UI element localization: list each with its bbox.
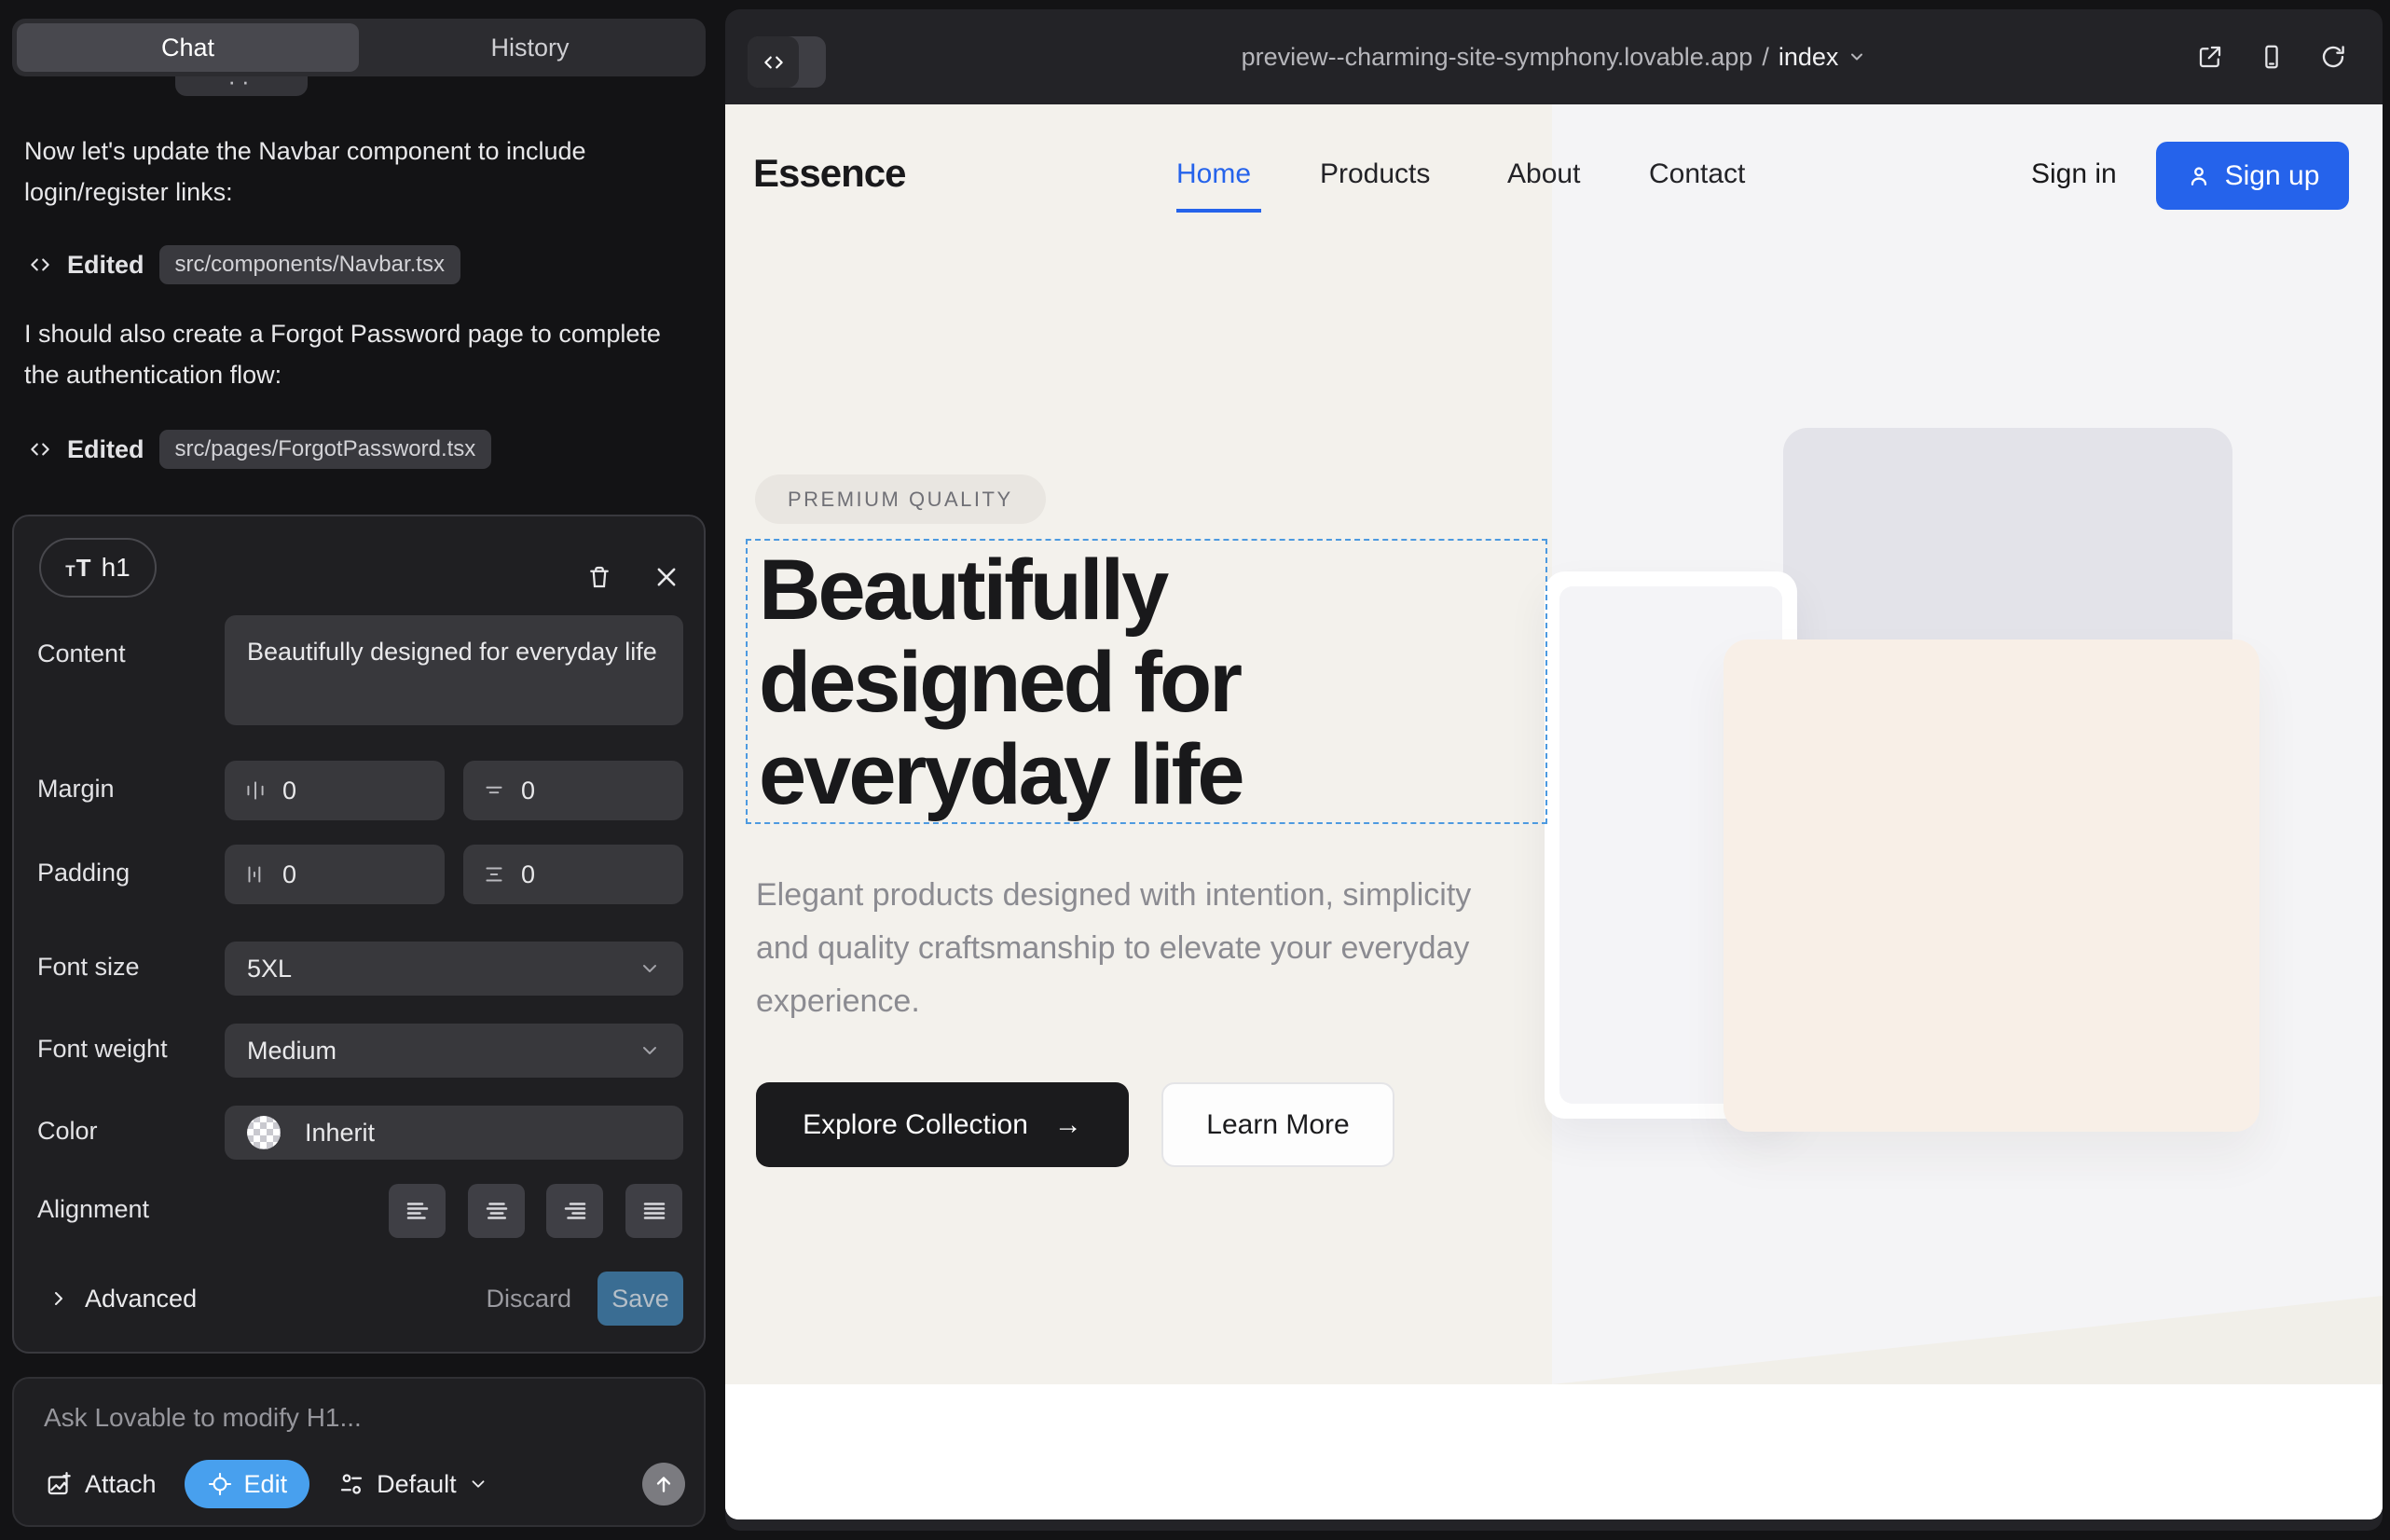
user-icon xyxy=(2186,163,2212,189)
content-label: Content xyxy=(37,639,126,668)
explore-collection-button[interactable]: Explore Collection → xyxy=(756,1082,1129,1167)
chat-history-tabbar: Chat History xyxy=(12,19,706,76)
chat-message: Now let's update the Navbar component to… xyxy=(24,131,682,213)
save-button[interactable]: Save xyxy=(598,1272,683,1326)
arrow-right-icon: → xyxy=(1054,1109,1082,1141)
edited-file-row: Edited src/pages/ForgotPassword.tsx xyxy=(28,429,491,470)
composer-input[interactable] xyxy=(44,1403,640,1433)
chevron-right-icon xyxy=(48,1287,70,1310)
premium-quality-badge: PREMIUM QUALITY xyxy=(755,474,1046,524)
code-icon xyxy=(28,253,52,277)
chat-message: I should also create a Forgot Password p… xyxy=(24,313,682,395)
chevron-down-icon xyxy=(1847,48,1866,66)
site-logo[interactable]: Essence xyxy=(753,151,905,196)
color-swatch-inherit xyxy=(247,1116,281,1149)
smartphone-icon xyxy=(2258,43,2286,71)
nav-link-products[interactable]: Products xyxy=(1320,158,1430,190)
font-weight-select[interactable]: Medium xyxy=(225,1024,683,1078)
font-size-select[interactable]: 5XL xyxy=(225,942,683,996)
padding-label: Padding xyxy=(37,859,130,887)
align-center-button[interactable] xyxy=(468,1184,525,1238)
file-chip[interactable]: src/components/Navbar.tsx xyxy=(159,245,460,284)
selected-element-chip: TT h1 xyxy=(39,538,157,598)
code-icon xyxy=(28,437,52,461)
nav-link-home[interactable]: Home xyxy=(1176,158,1251,190)
advanced-toggle[interactable]: Advanced xyxy=(48,1285,197,1313)
margin-vertical-icon xyxy=(482,778,506,803)
composer: Attach Edit Default xyxy=(12,1377,706,1527)
hero-heading[interactable]: Beautifully designed for everyday life xyxy=(759,544,1242,821)
discard-button[interactable]: Discard xyxy=(486,1285,571,1313)
font-size-label: Font size xyxy=(37,953,140,982)
padding-x-input[interactable]: 0 xyxy=(225,845,445,904)
file-chip[interactable]: src/pages/ForgotPassword.tsx xyxy=(159,430,492,469)
align-right-button[interactable] xyxy=(546,1184,603,1238)
tab-history[interactable]: History xyxy=(359,23,701,72)
active-nav-underline xyxy=(1176,209,1261,213)
decor-cream-rect xyxy=(1724,639,2260,1132)
lovable-app: Chat History ·· Now let's update the Nav… xyxy=(0,0,2390,1540)
nav-link-about[interactable]: About xyxy=(1507,158,1580,190)
edited-file-row: Edited src/components/Navbar.tsx xyxy=(28,244,460,285)
url-bar[interactable]: preview--charming-site-symphony.lovable.… xyxy=(725,9,2383,104)
mode-select[interactable]: Default xyxy=(337,1470,488,1499)
mobile-view-button[interactable] xyxy=(2258,43,2286,71)
target-icon xyxy=(207,1471,233,1497)
preview-page: Essence Home Products About Contact Sign… xyxy=(725,104,2383,1519)
element-editor-panel: TT h1 Content Beautifully designed for e… xyxy=(12,515,706,1354)
margin-horizontal-icon xyxy=(243,778,268,803)
page-white-section xyxy=(725,1384,2383,1519)
sign-in-link[interactable]: Sign in xyxy=(2031,158,2117,190)
chevron-down-icon xyxy=(639,957,661,980)
attach-button[interactable]: Attach xyxy=(46,1470,157,1499)
typography-icon: TT xyxy=(65,554,91,583)
chevron-down-icon xyxy=(639,1039,661,1062)
content-textarea[interactable]: Beautifully designed for everyday life xyxy=(225,615,683,725)
hero-diagonal-shape xyxy=(1552,1296,2383,1384)
align-left-button[interactable] xyxy=(389,1184,446,1238)
sliders-icon xyxy=(337,1470,365,1498)
learn-more-button[interactable]: Learn More xyxy=(1161,1082,1394,1167)
refresh-icon xyxy=(2319,43,2347,71)
alignment-label: Alignment xyxy=(37,1195,149,1224)
arrow-up-icon xyxy=(652,1472,676,1496)
preview-url: preview--charming-site-symphony.lovable.… xyxy=(1242,43,1753,72)
tab-chat[interactable]: Chat xyxy=(17,23,359,72)
refresh-button[interactable] xyxy=(2319,43,2347,71)
element-tag: h1 xyxy=(102,553,130,583)
close-panel-button[interactable] xyxy=(640,551,693,603)
sign-up-button[interactable]: Sign up xyxy=(2156,142,2349,210)
delete-element-button[interactable] xyxy=(573,551,625,603)
browser-topbar: preview--charming-site-symphony.lovable.… xyxy=(725,9,2383,104)
nav-link-contact[interactable]: Contact xyxy=(1649,158,1745,190)
advanced-row: Advanced Discard Save xyxy=(48,1272,683,1326)
padding-y-input[interactable]: 0 xyxy=(463,845,683,904)
chevron-down-icon xyxy=(468,1474,488,1494)
preview-browser-frame: preview--charming-site-symphony.lovable.… xyxy=(725,9,2383,1531)
margin-label: Margin xyxy=(37,775,115,804)
color-select[interactable]: Inherit xyxy=(225,1106,683,1160)
hero-description: Elegant products designed with intention… xyxy=(756,869,1511,1028)
edited-label: Edited xyxy=(67,251,144,280)
color-label: Color xyxy=(37,1117,98,1146)
padding-vertical-icon xyxy=(482,862,506,887)
align-justify-icon xyxy=(640,1197,668,1225)
align-right-icon xyxy=(561,1197,589,1225)
scrolled-chip-partial: ·· xyxy=(175,76,308,96)
page-name: index xyxy=(1779,43,1839,72)
edited-label: Edited xyxy=(67,435,144,464)
margin-x-input[interactable]: 0 xyxy=(225,761,445,820)
edit-mode-button[interactable]: Edit xyxy=(185,1460,310,1508)
external-link-icon xyxy=(2196,43,2224,71)
padding-horizontal-icon xyxy=(243,862,268,887)
align-left-icon xyxy=(404,1197,432,1225)
font-weight-label: Font weight xyxy=(37,1035,168,1064)
align-center-icon xyxy=(483,1197,511,1225)
margin-y-input[interactable]: 0 xyxy=(463,761,683,820)
align-justify-button[interactable] xyxy=(625,1184,682,1238)
open-in-new-tab-button[interactable] xyxy=(2196,43,2224,71)
send-button[interactable] xyxy=(642,1463,685,1506)
attach-image-icon xyxy=(46,1470,74,1498)
